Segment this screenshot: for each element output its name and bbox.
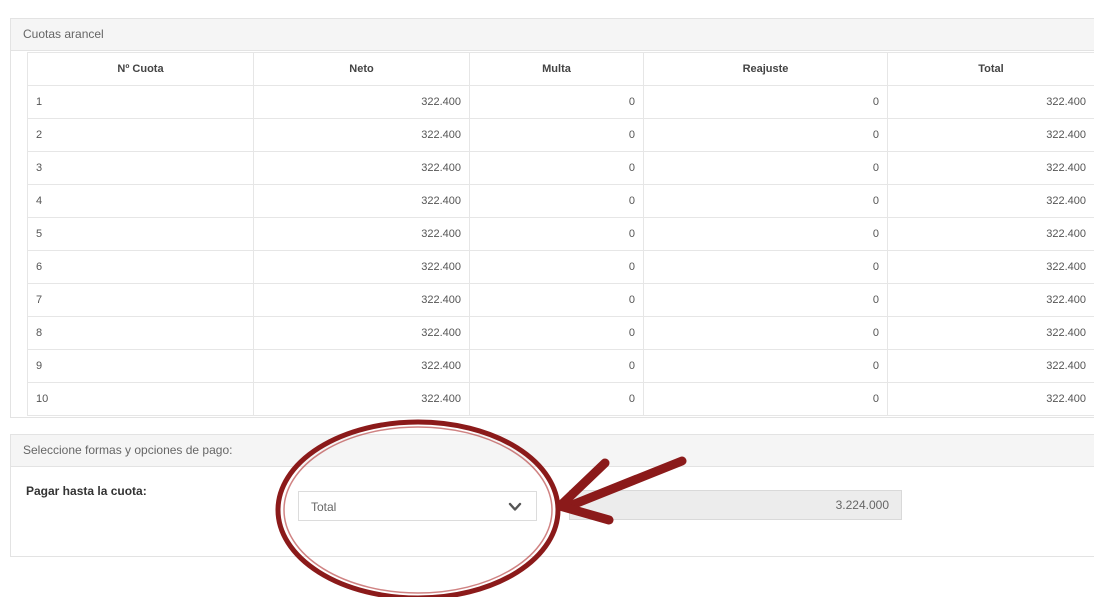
cell-numero: 2 [27, 118, 254, 152]
cell-total: 322.400 [887, 217, 1094, 251]
cell-reajuste: 0 [643, 151, 888, 185]
cell-total: 322.400 [887, 382, 1094, 416]
cuota-select-value: Total [311, 500, 337, 514]
cell-multa: 0 [469, 349, 644, 383]
table-row: 5 322.400 0 0 322.400 [27, 217, 1094, 251]
table-row: 7 322.400 0 0 322.400 [27, 283, 1094, 317]
cell-multa: 0 [469, 316, 644, 350]
table-header-row: Nº Cuota Neto Multa Reajuste Total [27, 52, 1094, 86]
table-row: 2 322.400 0 0 322.400 [27, 118, 1094, 152]
cell-neto: 322.400 [253, 151, 470, 185]
cell-total: 322.400 [887, 283, 1094, 317]
table-row: 6 322.400 0 0 322.400 [27, 250, 1094, 284]
cell-total: 322.400 [887, 250, 1094, 284]
cell-multa: 0 [469, 250, 644, 284]
cell-reajuste: 0 [643, 184, 888, 218]
cell-reajuste: 0 [643, 316, 888, 350]
table-row: 9 322.400 0 0 322.400 [27, 349, 1094, 383]
cell-numero: 9 [27, 349, 254, 383]
table-row: 8 322.400 0 0 322.400 [27, 316, 1094, 350]
column-header-reajuste: Reajuste [643, 52, 888, 86]
cell-numero: 8 [27, 316, 254, 350]
cuotas-table: Nº Cuota Neto Multa Reajuste Total 1 322.… [27, 52, 1094, 416]
cuotas-panel-title: Cuotas arancel [11, 19, 1094, 51]
cell-reajuste: 0 [643, 250, 888, 284]
cell-numero: 1 [27, 85, 254, 119]
table-row: 3 322.400 0 0 322.400 [27, 151, 1094, 185]
cell-multa: 0 [469, 382, 644, 416]
payment-panel: Seleccione formas y opciones de pago: [10, 434, 1094, 557]
cell-neto: 322.400 [253, 217, 470, 251]
cell-multa: 0 [469, 283, 644, 317]
cell-neto: 322.400 [253, 118, 470, 152]
column-header-total: Total [887, 52, 1094, 86]
cell-numero: 7 [27, 283, 254, 317]
cell-neto: 322.400 [253, 349, 470, 383]
cell-total: 322.400 [887, 316, 1094, 350]
cell-multa: 0 [469, 217, 644, 251]
payment-panel-title: Seleccione formas y opciones de pago: [11, 435, 1094, 467]
cell-neto: 322.400 [253, 184, 470, 218]
cell-neto: 322.400 [253, 250, 470, 284]
cell-total: 322.400 [887, 118, 1094, 152]
cell-multa: 0 [469, 151, 644, 185]
cell-total: 322.400 [887, 184, 1094, 218]
column-header-numero: Nº Cuota [27, 52, 254, 86]
table-row: 10 322.400 0 0 322.400 [27, 382, 1094, 416]
cell-multa: 0 [469, 184, 644, 218]
cell-numero: 4 [27, 184, 254, 218]
cell-total: 322.400 [887, 85, 1094, 119]
cell-numero: 6 [27, 250, 254, 284]
cell-neto: 322.400 [253, 85, 470, 119]
cell-numero: 3 [27, 151, 254, 185]
cell-reajuste: 0 [643, 382, 888, 416]
column-header-neto: Neto [253, 52, 470, 86]
cell-neto: 322.400 [253, 283, 470, 317]
table-row: 1 322.400 0 0 322.400 [27, 85, 1094, 119]
cell-reajuste: 0 [643, 217, 888, 251]
cell-numero: 10 [27, 382, 254, 416]
chevron-down-icon [508, 502, 522, 511]
cell-multa: 0 [469, 118, 644, 152]
total-amount-field: 3.224.000 [569, 490, 902, 520]
pay-until-label: Pagar hasta la cuota: [26, 484, 147, 498]
cell-neto: 322.400 [253, 382, 470, 416]
cell-numero: 5 [27, 217, 254, 251]
column-header-multa: Multa [469, 52, 644, 86]
cell-reajuste: 0 [643, 283, 888, 317]
cell-reajuste: 0 [643, 118, 888, 152]
cell-total: 322.400 [887, 349, 1094, 383]
cell-neto: 322.400 [253, 316, 470, 350]
cell-reajuste: 0 [643, 349, 888, 383]
cuota-select[interactable]: Total [298, 491, 537, 521]
cell-reajuste: 0 [643, 85, 888, 119]
cell-multa: 0 [469, 85, 644, 119]
table-row: 4 322.400 0 0 322.400 [27, 184, 1094, 218]
cell-total: 322.400 [887, 151, 1094, 185]
